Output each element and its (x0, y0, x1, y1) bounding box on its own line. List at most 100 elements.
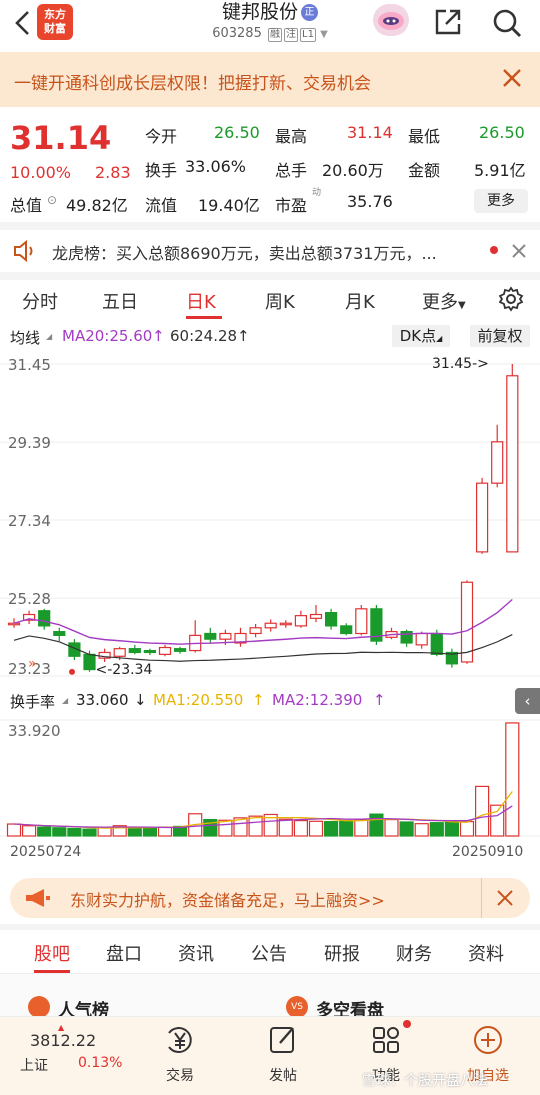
turnover-bar (459, 821, 475, 837)
ma1-up-arrow: ↑ (252, 691, 265, 709)
dragon-tiger-bar[interactable]: 龙虎榜：买入总额8690万元，卖出总额3731万元，... (0, 230, 540, 272)
index-name[interactable]: 上证 (20, 1055, 48, 1075)
y-tick-label: 27.34 (8, 512, 51, 530)
turnover-value: 33.06% (185, 157, 247, 176)
date-axis: 20250724 20250910 (0, 842, 540, 866)
candle-body (355, 608, 368, 635)
tab-financials[interactable]: 财务 (396, 940, 432, 966)
popularity-icon (28, 996, 50, 1018)
turnover-bar (339, 820, 354, 837)
close-icon[interactable] (496, 889, 514, 907)
assistant-avatar-icon[interactable] (373, 4, 409, 36)
tab-five-day[interactable]: 五日 (102, 288, 138, 314)
more-button[interactable]: 更多 (474, 189, 528, 213)
turnover-bar (157, 826, 173, 837)
dragon-tiger-text[interactable]: 龙虎榜：买入总额8690万元，卖出总额3731万元，... (52, 240, 437, 264)
collapse-panel-icon[interactable]: ‹ (515, 688, 540, 714)
amount-label: 金额 (408, 161, 441, 180)
turnover-bar (369, 813, 384, 837)
post-edit-icon[interactable] (266, 1023, 300, 1057)
period-tabs: 分时 五日 日K 周K 月K 更多▼ (0, 282, 540, 320)
adjust-selector[interactable]: 前复权 (470, 325, 530, 347)
promo-banner[interactable]: 一键开通科创成长层权限！把握打新、交易机会 (0, 52, 540, 107)
turnover-bar (278, 818, 293, 837)
vol-ma2-value: MA2:12.390 (272, 691, 363, 709)
candle-body (340, 625, 353, 635)
chevron-down-icon[interactable]: ▼ (320, 29, 328, 40)
turnover-bar (82, 828, 97, 837)
tag-registration: 注 (284, 28, 298, 42)
candle-body (476, 482, 489, 553)
amount-value: 5.91亿 (474, 161, 526, 180)
post-label[interactable]: 发帖 (248, 1065, 318, 1085)
candle-body (294, 615, 307, 627)
tab-forum[interactable]: 股吧 (34, 940, 70, 966)
turnover-bar (142, 827, 157, 837)
unread-dot (490, 246, 498, 254)
info-circle-icon[interactable]: ⊙ (47, 193, 57, 207)
turnover-chart[interactable]: 33.920 (0, 714, 540, 840)
top-bar: 东方 财富 键邦股份正 603285 融注 L1 ▼ (0, 0, 540, 52)
y-tick-label: 25.28 (8, 590, 51, 608)
index-up-triangle: ▲ (58, 1023, 65, 1032)
tab-weekly-k[interactable]: 周K (265, 288, 295, 314)
tab-announcements[interactable]: 公告 (251, 940, 287, 966)
close-icon[interactable] (510, 242, 528, 260)
financing-promo[interactable]: 东财实力护航，资金储备充足，马上融资>> (10, 878, 530, 918)
caret-icon: ◢ (62, 696, 69, 705)
dk-point-label: DK点 (399, 327, 437, 345)
close-icon[interactable] (500, 66, 524, 90)
dk-point-button[interactable]: DK点◢ (392, 325, 450, 347)
settings-gear-icon[interactable] (498, 286, 524, 312)
trade-yen-icon[interactable] (163, 1023, 197, 1057)
tab-monthly-k[interactable]: 月K (345, 288, 375, 314)
candle-body (491, 441, 504, 484)
turnover-bar (248, 815, 263, 837)
vol-ma1-value: MA1:20.550 (153, 691, 244, 709)
ma20-up-arrow: ↑ (152, 327, 165, 345)
turnover-selector[interactable]: 换手率 (10, 691, 55, 712)
high-label: 最高 (275, 127, 308, 146)
turnover-bar (475, 785, 490, 837)
candlestick-chart[interactable]: 31.4529.3927.3425.2823.2331.45-><-23.34» (0, 350, 540, 690)
promo-text[interactable]: 东财实力护航，资金储备充足，马上融资>> (70, 887, 385, 911)
turnover-bar (490, 804, 505, 837)
pe-superscript: 动 (312, 188, 322, 198)
candle-body (38, 610, 51, 627)
change-amount: 2.83 (95, 163, 131, 182)
turnover-bar (218, 819, 233, 837)
functions-grid-icon[interactable] (369, 1023, 403, 1057)
candle-body (460, 581, 474, 663)
mktcap-label: 总值 (10, 196, 43, 215)
ma60-up-arrow: ↑ (237, 327, 250, 345)
tab-research[interactable]: 研报 (324, 940, 360, 966)
turnover-current: 33.060 (76, 691, 129, 709)
feature-cards: 人气榜 VS 多空看盘 (0, 974, 540, 1021)
float-label: 流值 (145, 196, 178, 215)
turnover-bar (324, 821, 339, 837)
banner-text[interactable]: 一键开通科创成长层权限！把握打新、交易机会 (14, 69, 371, 94)
search-icon[interactable] (490, 6, 524, 40)
ma-selector[interactable]: 均线 (10, 327, 40, 348)
end-date: 20250910 (452, 844, 524, 860)
candle-body (113, 648, 126, 657)
ma-legend-row: 均线 ◢ MA20:25.60 ↑ 60:24.28 ↑ DK点◢ 前复权 (0, 322, 540, 350)
tab-profile[interactable]: 资料 (468, 940, 504, 966)
turnover-legend-row: 换手率 ◢ 33.060 ↓ MA1:20.550 ↑ MA2:12.390 ↑… (0, 688, 540, 714)
candle-body (415, 632, 428, 646)
ma60-value: 60:24.28 (170, 327, 238, 345)
turnover-label: 换手 (145, 161, 178, 180)
tab-intraday[interactable]: 分时 (22, 288, 58, 314)
tab-news[interactable]: 资讯 (178, 940, 214, 966)
active-tab-indicator (34, 970, 70, 973)
trade-label[interactable]: 交易 (145, 1065, 215, 1085)
tag-level1[interactable]: L1 (300, 28, 316, 42)
tab-order-book[interactable]: 盘口 (106, 940, 142, 966)
share-icon[interactable] (432, 6, 464, 38)
index-value[interactable]: 3812.22 (30, 1031, 96, 1050)
tab-daily-k[interactable]: 日K (186, 288, 216, 314)
turnover-bar (127, 826, 142, 837)
tab-more[interactable]: 更多▼ (422, 288, 466, 314)
volume-value: 20.60万 (322, 161, 384, 180)
add-watchlist-icon[interactable] (471, 1023, 505, 1057)
